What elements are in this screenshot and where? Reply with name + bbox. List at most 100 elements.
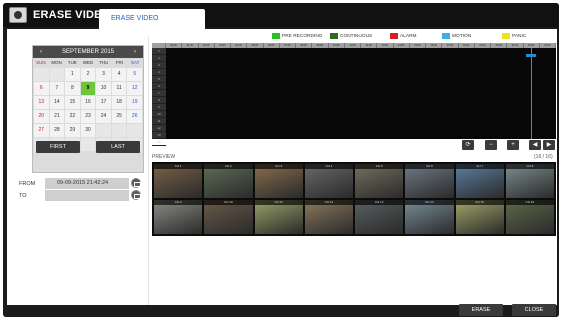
- preview-thumbnail[interactable]: CH 15: [455, 200, 504, 234]
- hour-tick-label: 21:00: [507, 43, 524, 48]
- calendar-day[interactable]: 28: [49, 124, 65, 137]
- calendar-day[interactable]: 11: [111, 82, 127, 95]
- last-button[interactable]: LAST: [96, 141, 140, 153]
- first-button[interactable]: FIRST: [36, 141, 80, 153]
- calendar-day[interactable]: 4: [111, 68, 127, 81]
- weekday-label: WED: [82, 60, 94, 65]
- preview-thumbnail[interactable]: CH 10: [204, 200, 253, 234]
- preview-thumbnail[interactable]: CH 14: [405, 200, 454, 234]
- hour-tick-label: 08:00: [296, 43, 313, 48]
- preview-thumbnail[interactable]: CH 3: [254, 164, 303, 198]
- timeline-cursor[interactable]: [531, 48, 532, 139]
- calendar-grid: 1 2 3 4 5 6 7 8 9 10 11 12 13 14 15 16 17 18 19 20 21 22 23 24 2…: [33, 67, 143, 152]
- calendar-day[interactable]: 26: [127, 110, 142, 123]
- timeline-grid[interactable]: 00:00 01:00 02:00 03:00 04:00 05:00 06:00 07:00…: [152, 43, 556, 146]
- timeline-channel-scale: 1 2 3 4 5 6 7 8 9 10 11 12 13 14: [152, 48, 166, 146]
- calendar-day[interactable]: 8: [65, 82, 80, 95]
- to-field[interactable]: [45, 190, 129, 201]
- calendar-weekdays: SUN MON TUE WED THU FRI SAT: [33, 58, 143, 67]
- channel-row-label: 10: [152, 111, 166, 118]
- preview-thumbnail[interactable]: CH 7: [455, 164, 504, 198]
- calendar-buttons: FIRST LAST: [32, 141, 144, 153]
- calendar-day[interactable]: 22: [65, 110, 80, 123]
- channel-row-label: 12: [152, 125, 166, 132]
- thumbnail-caption: CH 10: [204, 200, 253, 205]
- preview-thumbnail[interactable]: CH 11: [254, 200, 303, 234]
- preview-thumbnail[interactable]: CH 9: [154, 200, 203, 234]
- channel-row-label: 14: [152, 139, 166, 146]
- calendar-day[interactable]: 29: [65, 124, 80, 137]
- channel-row-label: 5: [152, 76, 166, 83]
- preview-thumbnail[interactable]: CH 1: [154, 164, 203, 198]
- preview-thumbnail[interactable]: CH 5: [355, 164, 404, 198]
- legend-item: MOTION: [442, 33, 471, 39]
- thumbnail-caption: CH 15: [455, 200, 504, 205]
- to-calendar-icon[interactable]: [131, 190, 141, 200]
- legend-label: PANIC: [512, 33, 527, 39]
- calendar-day[interactable]: 10: [96, 82, 111, 95]
- calendar-day[interactable]: 1: [65, 68, 80, 81]
- preview-thumbnails: CH 1 CH 2 CH 3 CH 4 CH 5 CH 6 CH 7 CH 8 CH 9 CH 1…: [152, 162, 556, 236]
- calendar-day[interactable]: 9: [80, 82, 96, 95]
- from-field[interactable]: 09-09-2015 21:42:24: [45, 178, 129, 189]
- prev-icon[interactable]: ◀: [529, 140, 541, 150]
- legend-label: CONTINUOUS: [340, 33, 373, 39]
- thumbnail-caption: CH 13: [355, 200, 404, 205]
- zoom-in-icon[interactable]: +: [507, 140, 519, 150]
- next-icon[interactable]: ▶: [543, 140, 555, 150]
- chevron-right-icon[interactable]: ›: [129, 46, 141, 58]
- hour-tick-label: 01:00: [182, 43, 199, 48]
- preview-thumbnail[interactable]: CH 16: [505, 200, 554, 234]
- calendar-day[interactable]: 19: [127, 96, 142, 109]
- calendar-day[interactable]: 27: [34, 124, 49, 137]
- calendar-day[interactable]: 30: [80, 124, 96, 137]
- chevron-left-icon[interactable]: ‹: [35, 46, 47, 58]
- calendar-day[interactable]: 14: [49, 96, 65, 109]
- calendar-day[interactable]: 3: [96, 68, 111, 81]
- hour-tick-label: 14:00: [394, 43, 410, 48]
- weekday-label: SAT: [130, 60, 140, 65]
- thumbnail-caption: CH 12: [304, 200, 353, 205]
- calendar-day[interactable]: 6: [34, 82, 49, 95]
- preview-thumbnail[interactable]: CH 12: [304, 200, 353, 234]
- calendar-day[interactable]: 16: [80, 96, 96, 109]
- hour-tick-label: 23:00: [540, 43, 556, 48]
- erase-button[interactable]: ERASE: [459, 304, 503, 316]
- calendar-day[interactable]: 17: [96, 96, 111, 109]
- calendar-day[interactable]: 18: [111, 96, 127, 109]
- to-label: TO: [19, 193, 27, 199]
- from-calendar-icon[interactable]: [131, 178, 141, 188]
- close-button[interactable]: CLOSE: [512, 304, 556, 316]
- thumbnail-caption: CH 2: [204, 164, 253, 169]
- refresh-icon[interactable]: ⟳: [462, 140, 474, 150]
- channel-row-label: 2: [152, 55, 166, 62]
- preview-thumbnail[interactable]: CH 2: [204, 164, 253, 198]
- channel-row-label: 9: [152, 104, 166, 111]
- thumbnail-caption: CH 4: [304, 164, 353, 169]
- calendar-day[interactable]: 25: [111, 110, 127, 123]
- calendar-day: [127, 124, 142, 137]
- calendar-day[interactable]: 2: [80, 68, 96, 81]
- preview-thumbnail[interactable]: CH 4: [304, 164, 353, 198]
- calendar-day[interactable]: 5: [127, 68, 142, 81]
- channel-row-label: 8: [152, 97, 166, 104]
- legend-swatch: [390, 33, 398, 39]
- hour-tick-label: 17:00: [442, 43, 459, 48]
- hour-tick-label: 00:00: [166, 43, 183, 48]
- channel-row-label: 7: [152, 90, 166, 97]
- zoom-out-icon[interactable]: −: [485, 140, 497, 150]
- hour-tick-label: 09:00: [312, 43, 329, 48]
- preview-thumbnail[interactable]: CH 6: [405, 164, 454, 198]
- calendar-day[interactable]: 13: [34, 96, 49, 109]
- calendar-day[interactable]: 24: [96, 110, 111, 123]
- preview-thumbnail[interactable]: CH 8: [505, 164, 554, 198]
- title-bar: ERASE VIDEO ERASE VIDEO: [3, 3, 559, 29]
- calendar-day[interactable]: 23: [80, 110, 96, 123]
- calendar-day[interactable]: 12: [127, 82, 142, 95]
- preview-thumbnail[interactable]: CH 13: [355, 200, 404, 234]
- calendar-day[interactable]: 21: [49, 110, 65, 123]
- calendar-day[interactable]: 15: [65, 96, 80, 109]
- tab-erase-video[interactable]: ERASE VIDEO: [99, 9, 205, 29]
- calendar-day[interactable]: 7: [49, 82, 65, 95]
- calendar-day[interactable]: 20: [34, 110, 49, 123]
